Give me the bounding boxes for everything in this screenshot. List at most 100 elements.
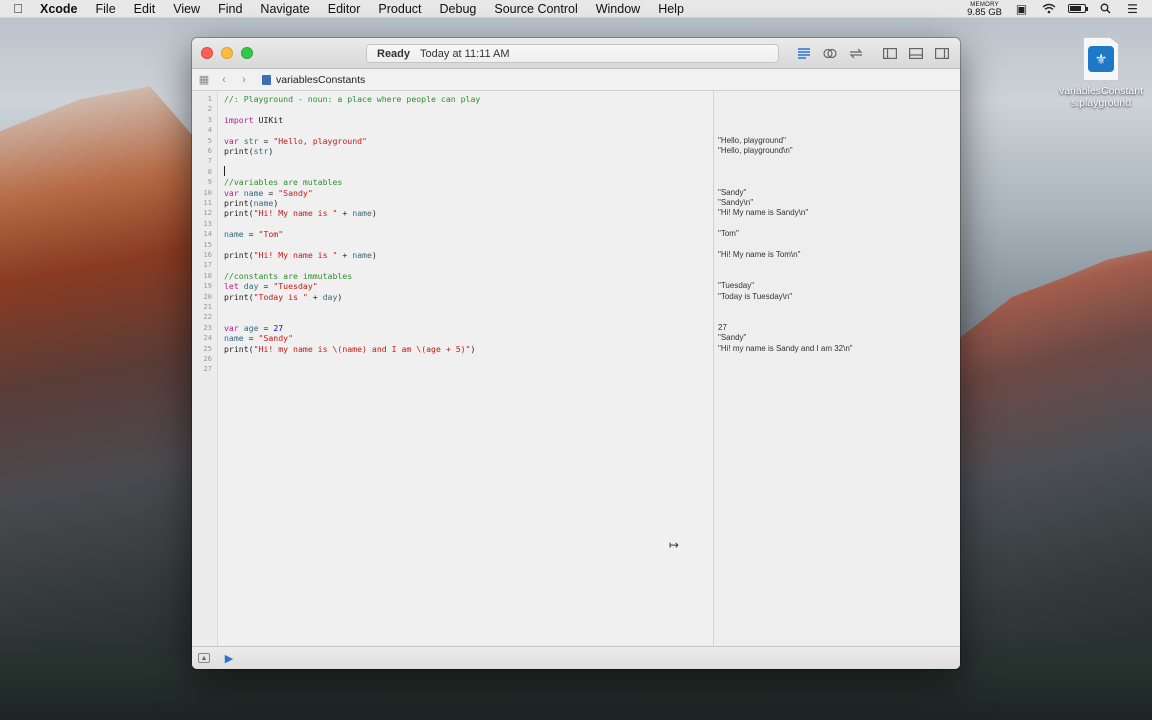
line-number: 3 bbox=[207, 114, 212, 124]
result-value[interactable]: "Sandy" bbox=[718, 333, 746, 343]
close-window-button[interactable] bbox=[201, 47, 213, 59]
jump-bar-file[interactable]: variablesConstants bbox=[262, 74, 365, 86]
code-line[interactable]: //: Playground - noun: a place where peo… bbox=[224, 94, 480, 104]
jump-bar-file-name: variablesConstants bbox=[276, 73, 366, 86]
menu-navigate[interactable]: Navigate bbox=[251, 2, 318, 16]
menu-bar:  Xcode File Edit View Find Navigate Edi… bbox=[0, 0, 1152, 18]
desktop-playground-file[interactable]: ⚜ variablesConstants.playground bbox=[1056, 37, 1146, 109]
line-number: 18 bbox=[203, 270, 212, 280]
code-line[interactable]: name = "Sandy" bbox=[224, 333, 293, 343]
line-number: 14 bbox=[203, 229, 212, 239]
code-line[interactable]: print("Hi! My name is " + name) bbox=[224, 208, 377, 218]
menu-find[interactable]: Find bbox=[209, 2, 251, 16]
result-value[interactable]: "Hello, playground\n" bbox=[718, 146, 793, 156]
result-value[interactable]: "Tuesday" bbox=[718, 281, 754, 291]
code-line[interactable]: print(name) bbox=[224, 198, 278, 208]
back-arrow-icon[interactable]: ‹ bbox=[214, 74, 234, 86]
line-number: 6 bbox=[207, 146, 212, 155]
result-value[interactable]: "Hi! My name is Sandy\n" bbox=[718, 208, 808, 218]
result-value[interactable]: "Today is Tuesday\n" bbox=[718, 292, 792, 302]
minimize-window-button[interactable] bbox=[221, 47, 233, 59]
menu-view[interactable]: View bbox=[164, 2, 209, 16]
text-cursor bbox=[224, 166, 225, 176]
utilities-toggle-icon[interactable] bbox=[932, 45, 952, 62]
memory-status[interactable]: MEMORY 9.85 GB bbox=[967, 1, 1002, 17]
result-value[interactable]: "Hi! My name is Tom\n" bbox=[718, 250, 800, 260]
line-number: 11 bbox=[203, 198, 212, 207]
status-menus: MEMORY 9.85 GB ▣ ☰ bbox=[967, 1, 1152, 17]
line-number: 10 bbox=[203, 187, 212, 197]
assistant-editor-icon[interactable] bbox=[820, 45, 840, 62]
battery-icon[interactable] bbox=[1068, 4, 1088, 13]
jump-bar: ▦ ‹ › variablesConstants bbox=[192, 69, 960, 91]
line-number: 12 bbox=[203, 208, 212, 218]
line-number: 9 bbox=[207, 177, 212, 187]
show-debug-area-icon[interactable]: ▲ bbox=[198, 653, 210, 663]
results-sidebar: "Hello, playground" "Hello, playground\n"… bbox=[713, 91, 960, 646]
notification-center-icon[interactable]: ☰ bbox=[1125, 2, 1140, 16]
code-line[interactable]: print("Today is " + day) bbox=[224, 292, 342, 302]
line-number: 8 bbox=[207, 166, 212, 176]
run-playground-button[interactable]: ▶ bbox=[222, 652, 236, 665]
related-items-icon[interactable]: ▦ bbox=[194, 73, 214, 86]
line-number: 20 bbox=[203, 291, 212, 301]
menu-help[interactable]: Help bbox=[649, 2, 693, 16]
screen-record-icon[interactable]: ▣ bbox=[1014, 2, 1029, 16]
memory-value: 9.85 GB bbox=[967, 6, 1002, 18]
standard-editor-icon[interactable] bbox=[794, 45, 814, 62]
code-line[interactable]: let day = "Tuesday" bbox=[224, 281, 318, 291]
code-line[interactable]: name = "Tom" bbox=[224, 229, 283, 239]
code-line[interactable]: //constants are immutables bbox=[224, 271, 352, 281]
menu-edit[interactable]: Edit bbox=[125, 2, 165, 16]
line-number: 2 bbox=[207, 104, 212, 114]
forward-arrow-icon[interactable]: › bbox=[234, 74, 254, 86]
activity-status: Ready bbox=[377, 47, 411, 60]
menu-file[interactable]: File bbox=[87, 2, 125, 16]
line-number: 1 bbox=[207, 94, 212, 103]
zoom-window-button[interactable] bbox=[241, 47, 253, 59]
navigator-toggle-icon[interactable] bbox=[880, 45, 900, 62]
line-number: 19 bbox=[203, 281, 212, 291]
wifi-icon[interactable] bbox=[1041, 3, 1056, 14]
activity-viewer: Ready Today at 11:11 AM bbox=[366, 44, 779, 63]
line-number: 22 bbox=[203, 312, 212, 322]
result-value[interactable]: "Tom" bbox=[718, 229, 739, 239]
line-number: 16 bbox=[203, 250, 212, 259]
code-line[interactable]: print("Hi! My name is " + name) bbox=[224, 250, 377, 260]
menu-source-control[interactable]: Source Control bbox=[485, 2, 586, 16]
wallpaper-mountain-left bbox=[0, 86, 200, 720]
menu-debug[interactable]: Debug bbox=[431, 2, 486, 16]
menu-window[interactable]: Window bbox=[587, 2, 649, 16]
line-number: 15 bbox=[203, 239, 212, 249]
line-number: 13 bbox=[203, 218, 212, 228]
code-line[interactable]: var str = "Hello, playground" bbox=[224, 136, 367, 146]
ibeam-cursor-icon: ↦ bbox=[669, 538, 680, 552]
code-line[interactable]: print(str) bbox=[224, 146, 273, 156]
line-number: 5 bbox=[207, 135, 212, 145]
line-number: 17 bbox=[203, 260, 212, 270]
menu-product[interactable]: Product bbox=[369, 2, 430, 16]
wallpaper-mountain-right bbox=[952, 250, 1152, 720]
code-line[interactable]: import UIKit bbox=[224, 115, 283, 125]
result-value[interactable]: "Hi! my name is Sandy and I am 32\n" bbox=[718, 344, 853, 354]
line-number: 21 bbox=[203, 302, 212, 311]
source-code-area[interactable]: //: Playground - noun: a place where peo… bbox=[218, 91, 713, 646]
apple-logo-icon[interactable]:  bbox=[0, 1, 36, 16]
code-line[interactable]: print("Hi! my name is \(name) and I am \… bbox=[224, 344, 475, 354]
result-value[interactable]: "Sandy" bbox=[718, 188, 746, 198]
code-line[interactable]: var age = 27 bbox=[224, 323, 283, 333]
playground-editor: 1 2 3 4 5 6 7 8 9 10 11 12 13 14 15 16 17 18 19 20 21 22 23 24 2… bbox=[192, 91, 960, 646]
debug-area-toggle-icon[interactable] bbox=[906, 45, 926, 62]
line-number: 27 bbox=[203, 364, 212, 374]
spotlight-search-icon[interactable] bbox=[1098, 3, 1113, 14]
version-editor-icon[interactable] bbox=[846, 45, 866, 62]
result-value[interactable]: "Hello, playground" bbox=[718, 136, 786, 146]
activity-time: Today at 11:11 AM bbox=[420, 47, 510, 60]
swift-file-icon bbox=[262, 74, 271, 85]
menu-editor[interactable]: Editor bbox=[319, 2, 370, 16]
result-value[interactable]: 27 bbox=[718, 323, 727, 333]
code-line[interactable]: var name = "Sandy" bbox=[224, 188, 313, 198]
menu-xcode[interactable]: Xcode bbox=[36, 2, 87, 16]
result-value[interactable]: "Sandy\n" bbox=[718, 198, 753, 208]
code-line[interactable]: //variables are mutables bbox=[224, 177, 342, 187]
